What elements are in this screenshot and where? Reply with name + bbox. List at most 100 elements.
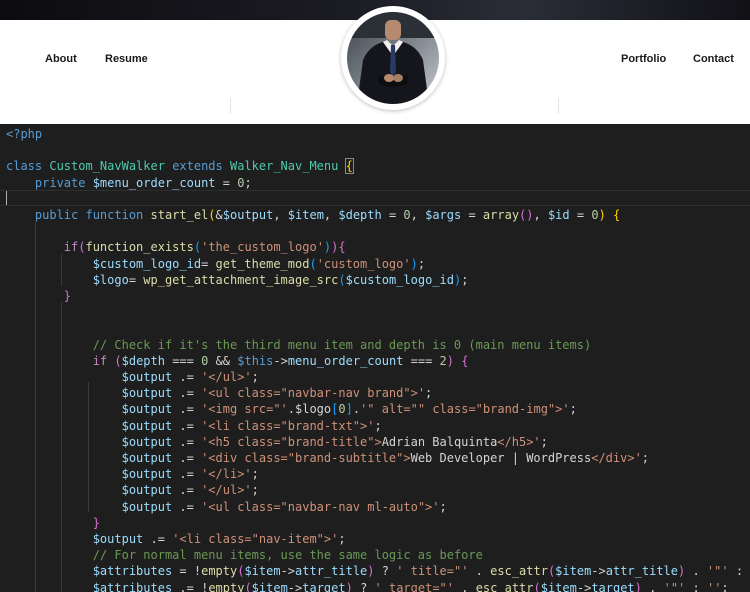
code-token: -> xyxy=(273,353,288,368)
code-line: $logo= wp_get_attachment_image_src($cust… xyxy=(6,272,469,288)
code-token: = xyxy=(128,272,144,287)
code-token: get_theme_mod xyxy=(215,256,310,271)
code-token: 'custom_logo' xyxy=(316,256,411,271)
code-line: $output .= '<div class="brand-subtitle">… xyxy=(6,450,649,466)
code-token: $attributes xyxy=(92,580,173,592)
code-token: '<ul class="navbar-nav ml-auto">' xyxy=(201,499,440,514)
code-token: , xyxy=(323,208,339,222)
code-token: = xyxy=(569,208,592,222)
code-token: $output xyxy=(121,370,173,384)
code-token: ; xyxy=(439,499,447,514)
code-token: ; xyxy=(417,256,426,271)
code-token: . xyxy=(454,580,476,592)
code-token: ; xyxy=(540,434,548,449)
code-token: ( xyxy=(208,208,216,222)
code-token: Adrian Balquinta xyxy=(381,434,498,449)
code-token: array xyxy=(482,208,520,222)
code-token: // Check if it's the third menu item and… xyxy=(92,337,592,352)
code-token: .= xyxy=(172,386,202,401)
code-token: { xyxy=(344,158,354,175)
code-token: ( xyxy=(533,580,541,592)
code-token: () xyxy=(519,208,534,222)
code-line: } xyxy=(6,515,100,531)
code-line: $custom_logo_id= get_theme_mod('custom_l… xyxy=(6,256,425,272)
code-line: $output .= '<ul class="navbar-nav ml-aut… xyxy=(6,499,447,515)
nav-link-portfolio[interactable]: Portfolio xyxy=(621,53,666,65)
code-token: if xyxy=(92,353,115,368)
code-line: } xyxy=(6,288,71,304)
code-token: .= xyxy=(172,451,202,465)
code-token: $item xyxy=(555,564,592,579)
code-token: ) xyxy=(598,208,606,222)
code-line: class Custom_NavWalker extends Walker_Na… xyxy=(6,158,354,175)
code-token: $output xyxy=(121,483,173,498)
code-token: extends xyxy=(172,159,230,174)
code-line: $output .= '<h5 class="brand-title">Adri… xyxy=(6,434,548,450)
column-divider xyxy=(230,98,231,114)
code-token: = xyxy=(381,208,404,222)
code-line: // For normal menu items, use the same l… xyxy=(6,547,483,563)
code-token: .= xyxy=(172,434,202,449)
code-token: attr_title xyxy=(605,564,678,579)
code-token: $output xyxy=(222,208,274,222)
code-token: <?php xyxy=(6,127,43,141)
code-line: <?php xyxy=(6,126,42,142)
code-token: $item xyxy=(251,580,288,592)
code-token: ; xyxy=(374,418,382,433)
code-token: '<li class="nav-item">' xyxy=(172,532,339,546)
code-token: = xyxy=(215,175,238,190)
code-token: { xyxy=(338,240,346,255)
profile-avatar[interactable] xyxy=(341,6,445,110)
code-token: , xyxy=(533,208,548,222)
code-token: $output xyxy=(121,434,173,449)
current-line-highlight xyxy=(0,190,750,206)
code-token: $attributes xyxy=(92,564,173,579)
code-token: ) xyxy=(367,564,375,579)
code-token: .= xyxy=(172,499,202,514)
nav-link-contact[interactable]: Contact xyxy=(693,53,734,65)
nav-link-resume[interactable]: Resume xyxy=(105,53,148,65)
code-line: // Check if it's the third menu item and… xyxy=(6,337,592,353)
nav-link-about[interactable]: About xyxy=(45,53,77,65)
code-line: if ($depth === 0 && $this->menu_order_co… xyxy=(6,353,469,369)
code-token: , xyxy=(410,208,426,222)
code-token: . xyxy=(641,580,664,592)
code-token: } xyxy=(92,515,100,530)
code-token: start_el xyxy=(150,208,209,222)
code-token: . xyxy=(468,564,491,579)
code-token: $custom_logo_id xyxy=(92,256,202,271)
code-line: if(function_exists('the_custom_logo')){ xyxy=(6,239,346,255)
code-line: $output .= '</ul>'; xyxy=(6,369,259,385)
code-token: $item xyxy=(244,564,281,579)
code-token: Walker_Nav_Menu xyxy=(229,159,346,174)
code-line: $attributes = !empty($item->attr_title) … xyxy=(6,563,750,579)
code-token: empty xyxy=(201,564,238,579)
column-divider xyxy=(558,98,559,114)
code-editor[interactable]: <?php class Custom_NavWalker extends Walk… xyxy=(0,124,750,592)
code-token: '</ul>' xyxy=(201,483,252,498)
code-token: ( xyxy=(338,272,346,287)
code-token: . xyxy=(685,564,707,579)
code-token: ' title="' xyxy=(396,564,469,579)
code-token: // For normal menu items, use the same l… xyxy=(92,548,483,563)
code-token: ; xyxy=(338,532,346,546)
code-token: ; xyxy=(251,483,259,498)
code-line: $output .= '<img src="'.$logo[0].'" alt=… xyxy=(6,401,577,417)
code-token: Custom_NavWalker xyxy=(49,159,173,174)
code-token: .= xyxy=(172,418,202,433)
code-token: '"' xyxy=(663,580,686,592)
code-line: $output .= '<li class="nav-item">'; xyxy=(6,531,346,547)
code-line: $output .= '</li>'; xyxy=(6,466,259,482)
code-token: '<h5 class="brand-title"> xyxy=(201,434,382,449)
code-token: $this xyxy=(237,353,274,368)
code-token: $depth xyxy=(338,208,382,222)
